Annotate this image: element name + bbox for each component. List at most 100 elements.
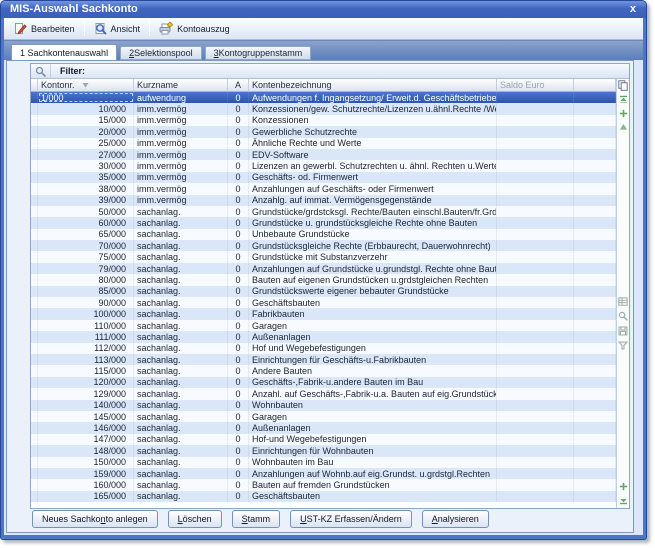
row-selector-cell[interactable] bbox=[31, 354, 38, 365]
table-row[interactable]: 140/000 sachanlag. 0 Wohnbauten bbox=[31, 400, 616, 411]
add-row-icon[interactable] bbox=[619, 109, 628, 118]
cell-kontenbezeichnung[interactable]: Geschäftsbauten bbox=[249, 491, 497, 502]
cell-kontenbezeichnung[interactable]: Fabrikbauten bbox=[249, 308, 497, 319]
cell-saldo-euro[interactable] bbox=[497, 377, 574, 388]
table-row[interactable]: 27/000 imm.vermög 0 EDV-Software bbox=[31, 149, 616, 160]
cell-kurzname[interactable]: sachanlag. bbox=[134, 286, 228, 297]
kontoauszug-button[interactable]: Kontoauszug bbox=[154, 20, 235, 37]
cell-kontenbezeichnung[interactable]: Geschäfts- od. Firmenwert bbox=[249, 172, 497, 183]
cell-a[interactable]: 0 bbox=[228, 172, 249, 183]
stamm-button[interactable]: Stamm bbox=[232, 510, 281, 528]
header-kurzname[interactable]: Kurzname bbox=[134, 79, 228, 92]
cell-kontonr[interactable]: 150/000 bbox=[38, 457, 134, 468]
ust-kz-erfassen-aendern-button[interactable]: UST-KZ Erfassen/Ändern bbox=[290, 510, 412, 528]
cell-a[interactable]: 0 bbox=[228, 160, 249, 171]
cell-kontenbezeichnung[interactable]: Wohnbauten im Bau bbox=[249, 457, 497, 468]
filter-funnel-icon[interactable] bbox=[618, 341, 628, 350]
table-row[interactable]: 159/000 sachanlag. 0 Anzahlungen auf Woh… bbox=[31, 468, 616, 479]
row-selector-cell[interactable] bbox=[31, 138, 38, 149]
cell-kontenbezeichnung[interactable]: Konzessionen bbox=[249, 115, 497, 126]
cell-kontonr[interactable]: 129/000 bbox=[38, 388, 134, 399]
table-row[interactable]: 111/000 sachanlag. 0 Außenanlagen bbox=[31, 331, 616, 342]
cell-kurzname[interactable]: sachanlag. bbox=[134, 217, 228, 228]
cell-kurzname[interactable]: imm.vermög bbox=[134, 172, 228, 183]
cell-saldo-euro[interactable] bbox=[497, 183, 574, 194]
cell-kurzname[interactable]: sachanlag. bbox=[134, 263, 228, 274]
cell-a[interactable]: 0 bbox=[228, 274, 249, 285]
table-row[interactable]: 113/000 sachanlag. 0 Einrichtungen für G… bbox=[31, 354, 616, 365]
cell-a[interactable]: 0 bbox=[228, 206, 249, 217]
cell-saldo-euro[interactable] bbox=[497, 251, 574, 262]
cell-kurzname[interactable]: sachanlag. bbox=[134, 468, 228, 479]
cell-kontonr[interactable]: 140/000 bbox=[38, 400, 134, 411]
cell-kontenbezeichnung[interactable]: Anzahl. auf Geschäfts-,Fabrik-u.a. Baute… bbox=[249, 388, 497, 399]
tab-kontogruppenstamm[interactable]: 3 Kontogruppenstamm bbox=[205, 46, 312, 60]
table-row[interactable]: 80/000 sachanlag. 0 Bauten auf eigenen G… bbox=[31, 274, 616, 285]
row-selector-cell[interactable] bbox=[31, 240, 38, 251]
cell-kontenbezeichnung[interactable]: Lizenzen an gewerbl. Schutzrechten u. äh… bbox=[249, 160, 497, 171]
row-selector-cell[interactable] bbox=[31, 263, 38, 274]
cell-kontonr[interactable]: 35/000 bbox=[38, 172, 134, 183]
table-row[interactable]: 110/000 sachanlag. 0 Garagen bbox=[31, 320, 616, 331]
cell-kurzname[interactable]: sachanlag. bbox=[134, 331, 228, 342]
cell-kurzname[interactable]: sachanlag. bbox=[134, 479, 228, 490]
cell-a[interactable]: 0 bbox=[228, 308, 249, 319]
cell-saldo-euro[interactable] bbox=[497, 445, 574, 456]
cell-kontonr[interactable]: 25/000 bbox=[38, 138, 134, 149]
cell-saldo-euro[interactable] bbox=[497, 400, 574, 411]
header-kontonr[interactable]: Kontonr. bbox=[38, 79, 134, 92]
cell-kontonr[interactable]: 146/000 bbox=[38, 422, 134, 433]
table-row[interactable]: 79/000 sachanlag. 0 Anzahlungen auf Grun… bbox=[31, 263, 616, 274]
row-selector-cell[interactable] bbox=[31, 445, 38, 456]
scroll-bottom-icon[interactable] bbox=[619, 496, 628, 505]
row-selector-cell[interactable] bbox=[31, 297, 38, 308]
cell-kontenbezeichnung[interactable]: Ähnliche Rechte und Werte bbox=[249, 138, 497, 149]
cell-saldo-euro[interactable] bbox=[497, 365, 574, 376]
cell-kontonr[interactable]: 79/000 bbox=[38, 263, 134, 274]
header-a[interactable]: A bbox=[228, 79, 249, 92]
cell-a[interactable]: 0 bbox=[228, 92, 249, 103]
table-row[interactable]: 38/000 imm.vermög 0 Anzahlungen auf Gesc… bbox=[31, 183, 616, 194]
cell-saldo-euro[interactable] bbox=[497, 308, 574, 319]
cell-kontonr[interactable]: 111/000 bbox=[38, 331, 134, 342]
cell-saldo-euro[interactable] bbox=[497, 354, 574, 365]
table-row[interactable]: 85/000 sachanlag. 0 Grundstückswerte eig… bbox=[31, 286, 616, 297]
cell-kontonr[interactable]: 113/000 bbox=[38, 354, 134, 365]
cell-kontenbezeichnung[interactable]: Grundstücke mit Substanzverzehr bbox=[249, 251, 497, 262]
cell-kontonr[interactable]: 65/000 bbox=[38, 229, 134, 240]
cell-kontenbezeichnung[interactable]: Anzahlungen auf Wohnb.auf eig.Grundst. u… bbox=[249, 468, 497, 479]
cell-kontenbezeichnung[interactable]: Außenanlagen bbox=[249, 331, 497, 342]
cell-saldo-euro[interactable] bbox=[497, 92, 574, 103]
cell-saldo-euro[interactable] bbox=[497, 297, 574, 308]
cell-a[interactable]: 0 bbox=[228, 138, 249, 149]
row-selector-cell[interactable] bbox=[31, 286, 38, 297]
cell-kurzname[interactable]: imm.vermög bbox=[134, 149, 228, 160]
cell-a[interactable]: 0 bbox=[228, 365, 249, 376]
cell-kurzname[interactable]: sachanlag. bbox=[134, 229, 228, 240]
cell-kontenbezeichnung[interactable]: Grundstücke/grdstcksgl. Rechte/Bauten ei… bbox=[249, 206, 497, 217]
copy-grid-icon[interactable] bbox=[618, 80, 628, 91]
cell-kontonr[interactable]: 39/000 bbox=[38, 195, 134, 206]
cell-kontonr[interactable]: 80/000 bbox=[38, 274, 134, 285]
row-selector-cell[interactable] bbox=[31, 365, 38, 376]
cell-kurzname[interactable]: sachanlag. bbox=[134, 377, 228, 388]
table-row[interactable]: 75/000 sachanlag. 0 Grundstücke mit Subs… bbox=[31, 251, 616, 262]
table-row[interactable]: 150/000 sachanlag. 0 Wohnbauten im Bau bbox=[31, 457, 616, 468]
cell-kontonr[interactable]: 75/000 bbox=[38, 251, 134, 262]
row-selector-cell[interactable] bbox=[31, 400, 38, 411]
row-selector-cell[interactable] bbox=[31, 343, 38, 354]
cell-kontonr[interactable]: 27/000 bbox=[38, 149, 134, 160]
table-row[interactable]: 115/000 sachanlag. 0 Andere Bauten bbox=[31, 365, 616, 376]
cell-saldo-euro[interactable] bbox=[497, 229, 574, 240]
table-row[interactable]: 30/000 imm.vermög 0 Lizenzen an gewerbl.… bbox=[31, 160, 616, 171]
row-selector-cell[interactable] bbox=[31, 126, 38, 137]
save-layout-icon[interactable] bbox=[618, 326, 628, 336]
cell-kontonr[interactable]: 1/000 bbox=[38, 92, 134, 103]
cell-saldo-euro[interactable] bbox=[497, 115, 574, 126]
row-selector-cell[interactable] bbox=[31, 217, 38, 228]
cell-saldo-euro[interactable] bbox=[497, 217, 574, 228]
cell-a[interactable]: 0 bbox=[228, 491, 249, 502]
cell-kontenbezeichnung[interactable]: Aufwendungen f. Ingangsetzung/ Erweit.d.… bbox=[249, 92, 497, 103]
cell-a[interactable]: 0 bbox=[228, 422, 249, 433]
cell-saldo-euro[interactable] bbox=[497, 103, 574, 114]
